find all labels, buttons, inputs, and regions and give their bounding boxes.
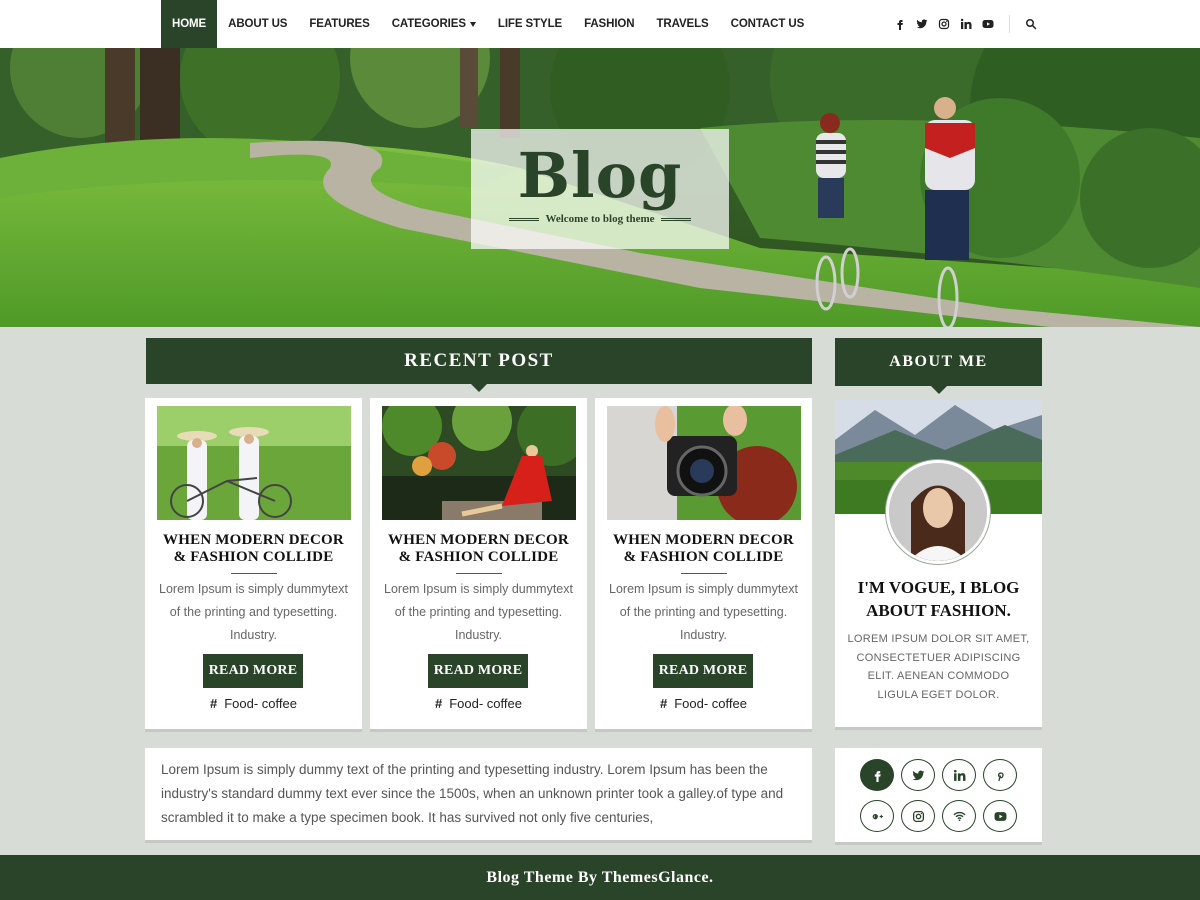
hashtag-icon: # (210, 696, 218, 711)
post-tag[interactable]: # Food- coffee (595, 696, 812, 711)
avatar (886, 460, 990, 564)
post-card: WHEN MODERN DECOR & FASHION COLLIDE Lore… (145, 398, 362, 732)
hashtag-icon: # (660, 696, 668, 711)
nav-label: FASHION (584, 18, 635, 30)
nav-item-about-us[interactable]: ABOUT US (217, 0, 298, 48)
logo-tagline: Welcome to blog theme (471, 213, 729, 225)
social-widget (835, 748, 1042, 845)
twitter-icon[interactable] (901, 759, 935, 791)
linkedin-icon[interactable] (955, 13, 977, 35)
site-footer: Blog Theme By ThemesGlance. (0, 855, 1200, 900)
nav-item-categories[interactable]: CATEGORIES (381, 0, 487, 48)
twitter-icon[interactable] (911, 13, 933, 35)
read-more-button[interactable]: READ MORE (428, 654, 528, 688)
wifi-icon[interactable] (942, 800, 976, 832)
post-card: WHEN MODERN DECOR & FASHION COLLIDE Lore… (370, 398, 587, 732)
logo-title: Blog (517, 139, 683, 212)
post-card: WHEN MODERN DECOR & FASHION COLLIDE Lore… (595, 398, 812, 732)
about-me-widget: I'M VOGUE, I BLOG ABOUT FASHION. LOREM I… (835, 400, 1042, 730)
search-icon[interactable] (1020, 13, 1042, 35)
divider (231, 573, 277, 574)
post-tag[interactable]: # Food- coffee (145, 696, 362, 711)
tag-label: Food- coffee (224, 696, 297, 711)
divider (456, 573, 502, 574)
instagram-icon[interactable] (933, 13, 955, 35)
main-menu: HOME ABOUT US FEATURES CATEGORIES LIFE S… (161, 0, 815, 48)
nav-label: LIFE STYLE (497, 18, 563, 30)
post-title[interactable]: WHEN MODERN DECOR & FASHION COLLIDE (145, 532, 362, 566)
intro-text-box: Lorem Ipsum is simply dummy text of the … (145, 748, 812, 843)
heading-text: ABOUT ME (889, 353, 988, 370)
title-line: WHEN MODERN DECOR (388, 532, 569, 548)
hero-banner: Blog Welcome to blog theme (0, 48, 1200, 327)
post-excerpt: Lorem Ipsum is simply dummytext of the p… (609, 582, 798, 642)
title-line: WHEN MODERN DECOR (163, 532, 344, 548)
post-title[interactable]: WHEN MODERN DECOR & FASHION COLLIDE (595, 532, 812, 566)
title-line: I'M VOGUE, I BLOG (857, 578, 1020, 597)
about-me-heading: ABOUT ME (835, 338, 1042, 394)
top-navigation-bar: HOME ABOUT US FEATURES CATEGORIES LIFE S… (0, 0, 1200, 48)
nav-label: FEATURES (309, 18, 370, 30)
nav-label: HOME (172, 18, 207, 30)
nav-item-fashion[interactable]: FASHION (573, 0, 645, 48)
divider (1009, 15, 1010, 33)
post-title[interactable]: WHEN MODERN DECOR & FASHION COLLIDE (370, 532, 587, 566)
tagline-text: Welcome to blog theme (545, 213, 655, 225)
nav-label: ABOUT US (228, 18, 288, 30)
title-line: & FASHION COLLIDE (173, 549, 334, 565)
post-thumbnail[interactable] (607, 406, 801, 520)
divider (660, 217, 691, 221)
nav-label: TRAVELS (656, 18, 709, 30)
footer-credit[interactable]: Blog Theme By ThemesGlance. (486, 869, 713, 887)
nav-item-life-style[interactable]: LIFE STYLE (487, 0, 573, 48)
post-excerpt: Lorem Ipsum is simply dummytext of the p… (159, 582, 348, 642)
nav-label: CATEGORIES (391, 18, 466, 30)
post-thumbnail[interactable] (382, 406, 576, 520)
read-more-button[interactable]: READ MORE (203, 654, 303, 688)
youtube-icon[interactable] (977, 13, 999, 35)
instagram-icon[interactable] (901, 800, 935, 832)
nav-item-features[interactable]: FEATURES (298, 0, 380, 48)
facebook-icon[interactable] (860, 759, 894, 791)
recent-post-heading: RECENT POST (146, 338, 812, 392)
about-title: I'M VOGUE, I BLOG ABOUT FASHION. (835, 576, 1042, 622)
youtube-icon[interactable] (983, 800, 1017, 832)
post-tag[interactable]: # Food- coffee (370, 696, 587, 711)
divider (509, 217, 540, 221)
tag-label: Food- coffee (674, 696, 747, 711)
hashtag-icon: # (435, 696, 443, 711)
pinterest-icon[interactable] (983, 759, 1017, 791)
title-line: & FASHION COLLIDE (398, 549, 559, 565)
heading-text: RECENT POST (404, 350, 554, 371)
title-line: ABOUT FASHION. (866, 601, 1011, 620)
google-plus-icon[interactable] (860, 800, 894, 832)
top-social-links (889, 0, 1042, 48)
site-logo[interactable]: Blog Welcome to blog theme (471, 129, 729, 249)
divider (681, 573, 727, 574)
post-thumbnail[interactable] (157, 406, 351, 520)
facebook-icon[interactable] (889, 13, 911, 35)
about-body: LOREM IPSUM DOLOR SIT AMET, CONSECTETUER… (847, 633, 1030, 701)
linkedin-icon[interactable] (942, 759, 976, 791)
title-line: & FASHION COLLIDE (623, 549, 784, 565)
caret-down-icon (469, 21, 476, 27)
tag-label: Food- coffee (449, 696, 522, 711)
read-more-button[interactable]: READ MORE (653, 654, 753, 688)
title-line: WHEN MODERN DECOR (613, 532, 794, 548)
nav-item-travels[interactable]: TRAVELS (645, 0, 719, 48)
post-excerpt: Lorem Ipsum is simply dummytext of the p… (384, 582, 573, 642)
intro-text: Lorem Ipsum is simply dummy text of the … (161, 762, 784, 825)
nav-label: CONTACT US (730, 18, 805, 30)
nav-item-home[interactable]: HOME (161, 0, 218, 48)
nav-item-contact-us[interactable]: CONTACT US (720, 0, 816, 48)
